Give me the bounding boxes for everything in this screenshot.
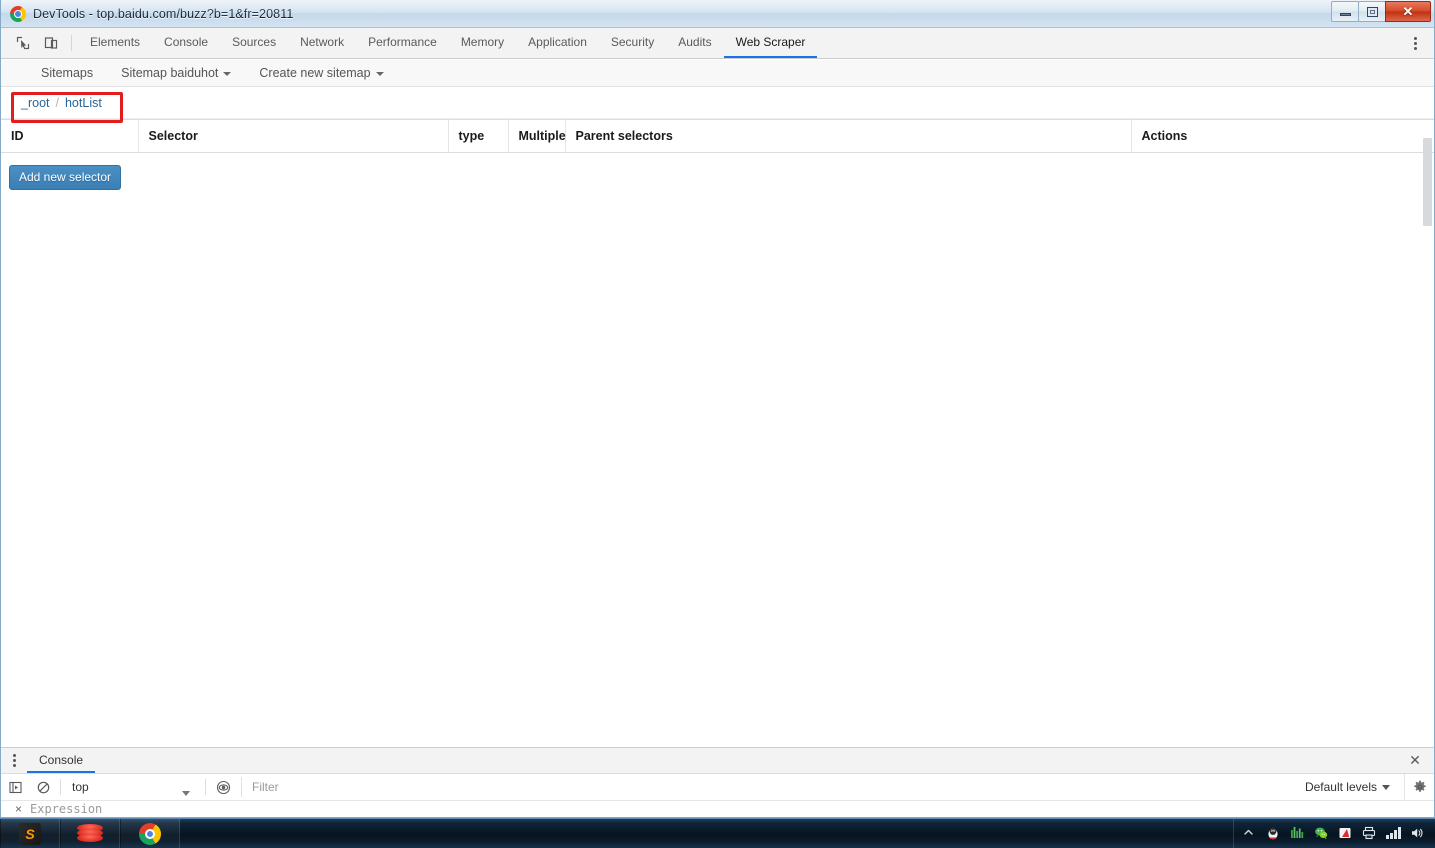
breadcrumb-separator: / — [55, 95, 59, 110]
toolbar-divider — [60, 779, 61, 795]
column-header-selector: Selector — [138, 119, 449, 153]
tab-audits[interactable]: Audits — [666, 28, 723, 58]
devtools-tab-list: Elements Console Sources Network Perform… — [78, 28, 818, 58]
nav-sitemap-baiduhot[interactable]: Sitemap baiduhot — [107, 66, 245, 80]
breadcrumb-zone: _root / hotList — [1, 87, 1434, 119]
nav-sitemaps[interactable]: Sitemaps — [27, 66, 107, 80]
nav-create-new-sitemap[interactable]: Create new sitemap — [245, 66, 397, 80]
live-expression-eye-icon[interactable] — [209, 774, 237, 801]
breadcrumb-root-link[interactable]: _root — [21, 96, 50, 110]
chevron-down-icon — [182, 791, 190, 796]
taskbar-item-redis[interactable] — [60, 819, 120, 848]
devtools-window: DevTools - top.baidu.com/buzz?b=1&fr=208… — [0, 0, 1435, 818]
expression-placeholder: Expression — [30, 802, 103, 816]
panel-scrollbar[interactable] — [1421, 60, 1433, 747]
chevron-down-icon — [375, 72, 384, 76]
console-filter-input[interactable]: Filter — [241, 777, 1295, 797]
show-hidden-icons-arrow-icon[interactable] — [1242, 826, 1257, 841]
tab-memory[interactable]: Memory — [449, 28, 516, 58]
redis-icon — [77, 823, 103, 844]
taskbar-item-sublime-text[interactable]: S — [0, 819, 60, 848]
nav-sitemaps-label: Sitemaps — [41, 66, 94, 80]
close-button[interactable]: ✕ — [1385, 1, 1431, 22]
tab-console[interactable]: Console — [152, 28, 220, 58]
execution-context-value: top — [72, 780, 89, 794]
web-scraper-panel: Sitemaps Sitemap baiduhot Create new sit… — [1, 60, 1434, 747]
tab-application[interactable]: Application — [516, 28, 599, 58]
red-flag-icon[interactable] — [1338, 826, 1353, 841]
qq-penguin-icon[interactable] — [1266, 826, 1281, 841]
add-new-selector-button[interactable]: Add new selector — [9, 165, 122, 190]
drawer-tabbar: Console ✕ — [1, 748, 1434, 774]
column-header-actions: Actions — [1131, 119, 1434, 153]
nav-create-new-sitemap-label: Create new sitemap — [259, 66, 371, 80]
column-header-id: ID — [1, 119, 139, 153]
web-scraper-navbar: Sitemaps Sitemap baiduhot Create new sit… — [1, 60, 1434, 87]
desktop-background: DevTools - top.baidu.com/buzz?b=1&fr=208… — [0, 0, 1435, 848]
chrome-icon — [139, 822, 161, 845]
wechat-icon[interactable] — [1314, 826, 1329, 841]
windows-taskbar: S — [0, 818, 1435, 848]
tab-performance[interactable]: Performance — [356, 28, 449, 58]
live-expression-row[interactable]: × Expression — [1, 801, 1434, 817]
tab-network[interactable]: Network — [288, 28, 356, 58]
taskbar-item-chrome[interactable] — [120, 819, 180, 848]
toolbar-divider — [205, 779, 206, 795]
window-titlebar: DevTools - top.baidu.com/buzz?b=1&fr=208… — [1, 0, 1434, 28]
sublime-text-icon: S — [19, 822, 41, 845]
execution-context-icon[interactable] — [1, 774, 29, 801]
panel-scrollbar-thumb[interactable] — [1423, 138, 1432, 226]
maximize-button[interactable] — [1358, 1, 1386, 22]
devtools-more-menu-icon[interactable] — [1404, 28, 1426, 58]
chrome-logo-icon — [10, 5, 26, 22]
system-tray — [1233, 819, 1435, 848]
clear-console-icon[interactable] — [29, 774, 57, 801]
tab-security[interactable]: Security — [599, 28, 666, 58]
tab-sources[interactable]: Sources — [220, 28, 288, 58]
column-header-type: type — [448, 119, 509, 153]
column-header-parent-selectors: Parent selectors — [565, 119, 1132, 153]
nav-sitemap-baiduhot-label: Sitemap baiduhot — [121, 66, 219, 80]
audio-wave-icon[interactable] — [1290, 826, 1305, 841]
column-header-multiple: Multiple — [508, 119, 566, 153]
devtools-tabbar: Elements Console Sources Network Perform… — [1, 28, 1434, 59]
selector-table: ID Selector type Multiple Parent selecto… — [1, 119, 1434, 153]
device-toolbar-icon[interactable] — [37, 28, 65, 58]
window-title: DevTools - top.baidu.com/buzz?b=1&fr=208… — [33, 6, 294, 21]
console-drawer: Console ✕ top Filter Default levels × Ex… — [1, 747, 1434, 817]
expression-close-icon[interactable]: × — [15, 802, 22, 816]
console-toolbar: top Filter Default levels — [1, 773, 1434, 801]
volume-speaker-icon[interactable] — [1410, 826, 1425, 841]
tab-web-scraper[interactable]: Web Scraper — [723, 28, 818, 58]
toolbar-divider — [71, 35, 72, 51]
breadcrumb-current-link[interactable]: hotList — [65, 96, 102, 110]
selector-table-header-row: ID Selector type Multiple Parent selecto… — [1, 119, 1434, 153]
console-settings-gear-icon[interactable] — [1404, 773, 1434, 801]
drawer-close-icon[interactable]: ✕ — [1406, 748, 1424, 773]
drawer-more-menu-icon[interactable] — [1, 748, 27, 773]
inspect-element-icon[interactable] — [9, 28, 37, 58]
tab-elements[interactable]: Elements — [78, 28, 152, 58]
execution-context-select[interactable]: top — [64, 780, 202, 796]
network-signal-icon[interactable] — [1386, 826, 1401, 841]
console-levels-label: Default levels — [1304, 780, 1377, 794]
window-controls: ✕ — [1331, 1, 1431, 22]
chevron-down-icon — [223, 72, 232, 76]
add-selector-toolbar: Add new selector — [1, 153, 1434, 190]
drawer-tab-console[interactable]: Console — [27, 748, 96, 773]
minimize-button[interactable] — [1331, 1, 1359, 22]
chevron-down-icon — [1382, 784, 1390, 790]
console-levels-select[interactable]: Default levels — [1295, 780, 1404, 794]
breadcrumb: _root / hotList — [13, 92, 110, 114]
printer-icon[interactable] — [1362, 826, 1377, 841]
